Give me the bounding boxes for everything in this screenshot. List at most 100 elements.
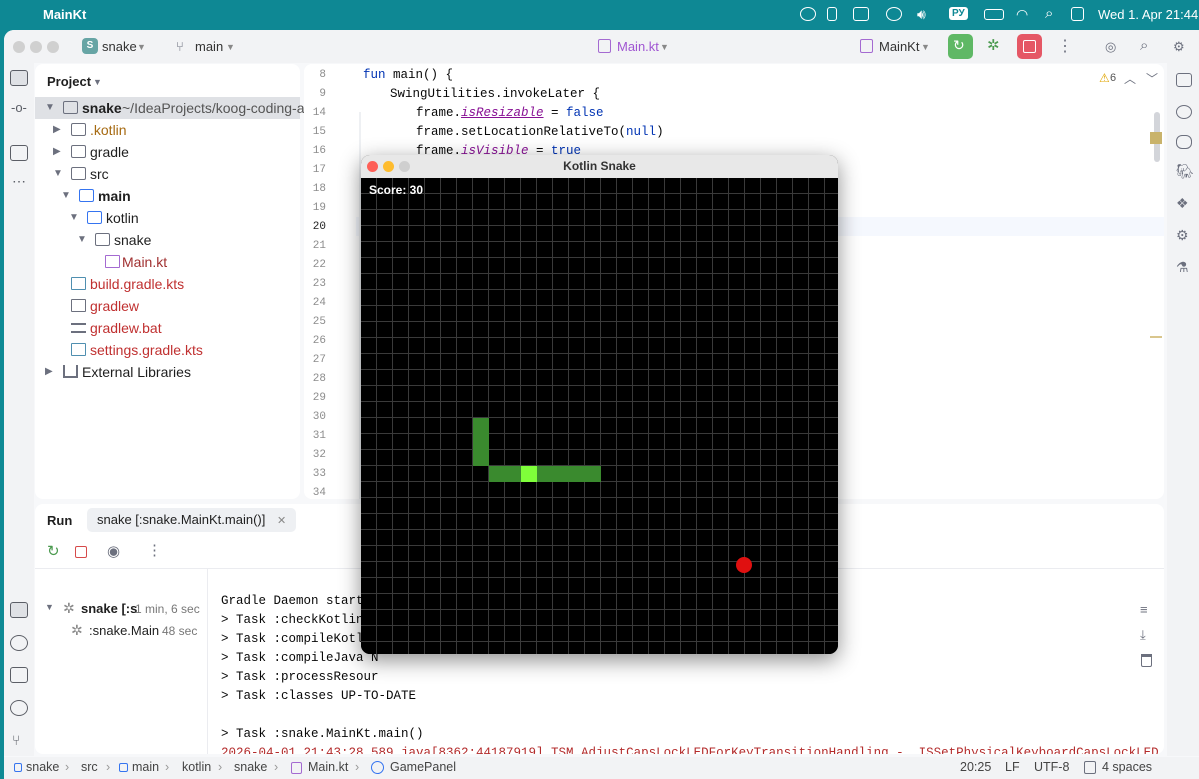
breadcrumb-item[interactable]: main	[132, 760, 159, 774]
folder-icon	[71, 145, 86, 158]
window-zoom-button[interactable]	[399, 161, 410, 172]
structure-tool-icon[interactable]	[10, 145, 28, 161]
previous-highlight-icon[interactable]: ︿	[1124, 70, 1136, 87]
chevron-down-icon: ▼	[69, 212, 79, 223]
ai-chat-icon[interactable]	[1176, 105, 1192, 119]
package-icon[interactable]	[853, 7, 869, 21]
console-line: > Task :classes UP-TO-DATE	[221, 689, 417, 703]
window-zoom-button[interactable]	[47, 41, 59, 53]
stop-button[interactable]	[1017, 34, 1042, 59]
breadcrumb-item[interactable]: kotlin	[182, 760, 211, 774]
stop-icon[interactable]	[75, 546, 87, 558]
more-actions-icon[interactable]: ⋮	[147, 541, 162, 559]
tree-item-build-gradle[interactable]: build.gradle.kts	[35, 273, 300, 295]
run-config-selector[interactable]: MainKt	[879, 39, 919, 54]
spotlight-search-icon[interactable]: ⌕	[1045, 5, 1053, 22]
tree-item-src[interactable]: ▼ src	[35, 163, 300, 185]
tree-item-main[interactable]: ▼ main	[35, 185, 300, 207]
kotlin-file-icon	[860, 39, 873, 53]
ai-assistant-icon[interactable]: ◎	[1105, 39, 1116, 55]
warning-count[interactable]: 6	[1110, 72, 1116, 84]
debug-button[interactable]: ✲	[982, 34, 1007, 59]
line-number: 14	[312, 107, 326, 119]
window-close-button[interactable]	[367, 161, 378, 172]
menubar-clock[interactable]: Wed 1. Apr 21:44	[1098, 7, 1198, 22]
window-minimize-button[interactable]	[383, 161, 394, 172]
eye-icon[interactable]: ◉	[107, 542, 120, 560]
current-file[interactable]: Main.kt	[617, 39, 659, 54]
project-selector[interactable]: snake	[102, 39, 137, 54]
indent-setting[interactable]: 4 spaces	[1102, 760, 1152, 774]
tree-item-settings-gradle[interactable]: settings.gradle.kts	[35, 339, 300, 361]
run-tool-icon[interactable]	[10, 602, 28, 618]
tree-item-external-libraries[interactable]: ▶ External Libraries	[35, 361, 300, 383]
settings-gear-icon[interactable]: ⚙	[1173, 39, 1185, 55]
rerun-icon[interactable]: ↻	[47, 542, 60, 560]
next-highlight-icon[interactable]: ﹀	[1146, 70, 1158, 87]
game-board[interactable]: Score: 30	[361, 178, 838, 654]
console-line: Gradle Daemon started	[221, 594, 379, 608]
run-tab[interactable]: snake [:snake.MainKt.main()] ✕	[87, 508, 297, 532]
tree-item-snake-root[interactable]: ▼ snake ~/IdeaProjects/koog-coding-ag	[35, 97, 312, 119]
tree-item-snake-package[interactable]: ▼ snake	[35, 229, 300, 251]
problems-tool-icon[interactable]	[10, 700, 28, 716]
breadcrumb-item[interactable]: GamePanel	[390, 760, 456, 774]
breadcrumb-item[interactable]: snake	[26, 760, 59, 774]
window-close-button[interactable]	[13, 41, 25, 53]
package-icon	[95, 233, 110, 246]
branch-selector[interactable]: main	[195, 39, 223, 54]
input-source-indicator[interactable]: РУ	[949, 7, 968, 20]
timemachine-icon[interactable]	[886, 7, 902, 21]
services-tool-icon[interactable]	[10, 635, 28, 651]
breadcrumb-item[interactable]: Main.kt	[308, 760, 348, 774]
database-icon[interactable]	[1176, 135, 1192, 149]
git-tool-icon[interactable]: ⑂	[12, 732, 20, 748]
close-tab-icon[interactable]: ✕	[277, 515, 286, 527]
snake-head	[521, 466, 537, 482]
tree-item-gradlew-bat[interactable]: gradlew.bat	[35, 317, 300, 339]
tree-item-kotlin-dir[interactable]: ▶ .kotlin	[35, 119, 300, 141]
project-panel-title[interactable]: Project	[47, 74, 91, 89]
breadcrumb-item[interactable]: snake	[234, 760, 267, 774]
warning-icon[interactable]: ⚠	[1099, 71, 1110, 85]
scroll-to-end-icon[interactable]: ⤓	[1140, 627, 1146, 643]
clipboard-icon[interactable]	[827, 7, 837, 21]
tree-item-gradlew[interactable]: gradlew	[35, 295, 300, 317]
plugins-icon[interactable]: ❖	[1176, 195, 1189, 212]
search-icon[interactable]: ⌕	[1140, 37, 1148, 54]
tree-item-main-kt[interactable]: Main.kt	[35, 251, 300, 273]
cloud-icon[interactable]	[800, 7, 816, 21]
rerun-button[interactable]: ↻	[948, 34, 973, 59]
coverage-icon[interactable]: ⚙	[1176, 227, 1189, 244]
control-center-icon[interactable]	[1071, 7, 1084, 21]
more-tools-icon[interactable]: ⋯	[12, 173, 26, 190]
battery-icon[interactable]	[984, 9, 1004, 20]
project-tool-icon[interactable]	[10, 70, 28, 86]
terminal-tool-icon[interactable]	[10, 667, 28, 683]
trash-icon[interactable]	[1141, 654, 1152, 667]
window-minimize-button[interactable]	[30, 41, 42, 53]
line-separator[interactable]: LF	[1005, 760, 1020, 774]
volume-icon[interactable]: 🔊︎	[917, 6, 926, 23]
wifi-icon[interactable]: ◠	[1016, 6, 1028, 23]
notifications-icon[interactable]	[1176, 73, 1192, 87]
chevron-down-icon[interactable]: ▼	[93, 77, 102, 87]
run-tree-item[interactable]: ✲ :snake.Main 48 sec	[35, 621, 207, 643]
tree-label: snake	[114, 232, 152, 248]
caret-position[interactable]: 20:25	[960, 760, 991, 774]
chevron-down-icon: ▼	[45, 102, 55, 113]
tree-item-gradle[interactable]: ▶ gradle	[35, 141, 300, 163]
code-token: frame.	[416, 106, 462, 120]
line-number: 30	[312, 411, 326, 423]
flask-icon[interactable]: ⚗	[1176, 259, 1189, 276]
file-encoding[interactable]: UTF-8	[1034, 760, 1069, 774]
more-actions-icon[interactable]: ⋮	[1057, 36, 1073, 56]
run-tree-item[interactable]: ▼ ✲ snake [:s 1 min, 6 sec	[35, 599, 207, 621]
run-panel-title[interactable]: Run	[47, 513, 72, 528]
gradle-icon[interactable]: 🐘︎	[1176, 163, 1194, 180]
tree-item-kotlin-src[interactable]: ▼ kotlin	[35, 207, 300, 229]
soft-wrap-icon[interactable]: ≡	[1140, 602, 1148, 617]
app-name[interactable]: MainKt	[43, 7, 86, 22]
commit-tool-icon[interactable]: -o-	[11, 100, 27, 115]
breadcrumb-item[interactable]: src	[81, 760, 98, 774]
